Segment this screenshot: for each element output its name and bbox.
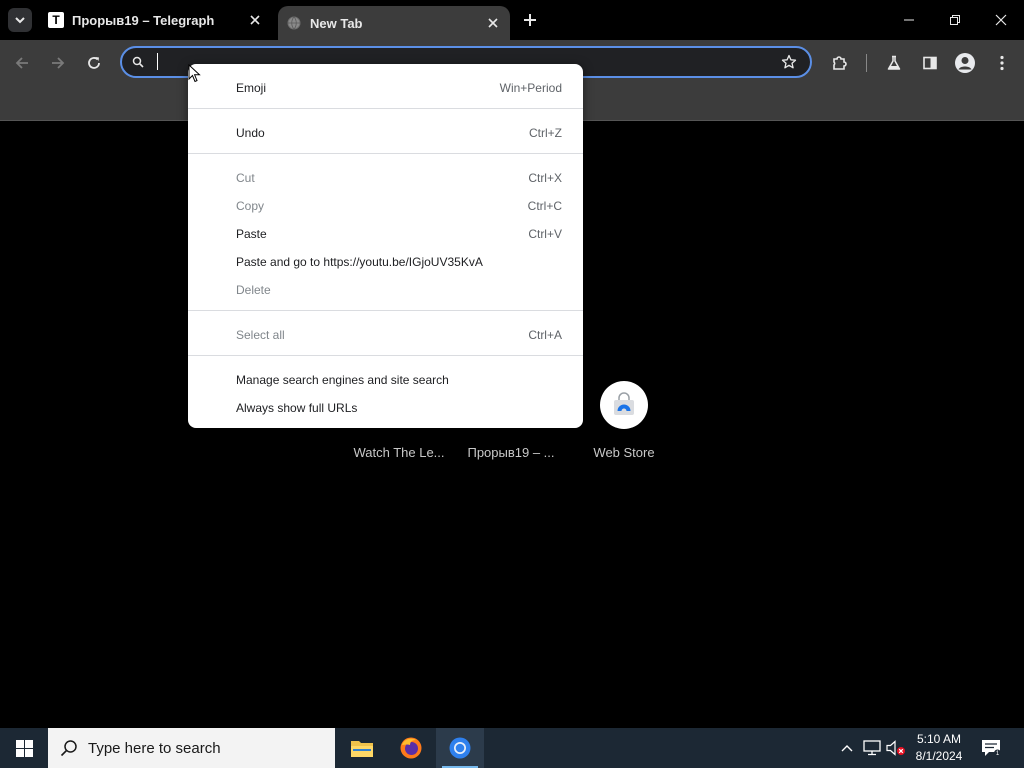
- menu-item-shortcut: Ctrl+A: [528, 328, 562, 342]
- menu-item-shortcut: Ctrl+X: [528, 171, 562, 185]
- menu-item-label: Select all: [236, 328, 285, 342]
- firefox-icon: [400, 737, 422, 759]
- menu-separator: [188, 153, 583, 154]
- taskbar-firefox[interactable]: [387, 728, 435, 768]
- clock-time: 5:10 AM: [916, 732, 962, 746]
- puzzle-icon: [833, 56, 847, 70]
- menu-item-delete[interactable]: Delete: [188, 275, 583, 303]
- minimize-button[interactable]: [886, 0, 932, 40]
- tab-search-button[interactable]: [8, 8, 32, 32]
- menu-item-label: Paste: [236, 227, 267, 241]
- menu-item-label: Cut: [236, 171, 255, 185]
- menu-item-always-show-full-urls[interactable]: Always show full URLs: [188, 393, 583, 421]
- globe-icon: [286, 15, 302, 31]
- restore-button[interactable]: [932, 0, 978, 40]
- side-panel-button[interactable]: [918, 51, 942, 75]
- network-icon: [863, 740, 881, 756]
- minimize-icon: [904, 19, 914, 21]
- shortcut-label: Watch The Le...: [353, 445, 445, 460]
- back-button[interactable]: [10, 51, 34, 75]
- extensions-button[interactable]: [828, 51, 852, 75]
- avatar-icon: [955, 53, 975, 73]
- menu-item-emoji[interactable]: Emoji Win+Period: [188, 73, 583, 101]
- volume-muted-icon: [886, 740, 905, 756]
- menu-item-shortcut: Ctrl+C: [527, 199, 562, 213]
- shortcut-tile[interactable]: Web Store: [568, 381, 680, 460]
- chevron-down-icon: [15, 17, 25, 24]
- menu-item-label: Emoji: [236, 81, 267, 95]
- web-store-icon: [600, 381, 648, 429]
- tab-new-tab[interactable]: New Tab: [278, 6, 510, 40]
- reload-icon: [88, 57, 100, 69]
- menu-item-shortcut: Win+Period: [499, 81, 562, 95]
- tab-title: New Tab: [310, 15, 363, 31]
- tab-close-icon[interactable]: [248, 13, 262, 27]
- menu-item-paste-and-go[interactable]: Paste and go to https://youtu.be/IGjoUV3…: [188, 247, 583, 275]
- reload-button[interactable]: [82, 51, 106, 75]
- taskbar-file-explorer[interactable]: [338, 728, 386, 768]
- forward-button[interactable]: [46, 51, 70, 75]
- action-center-button[interactable]: 1: [980, 738, 1002, 758]
- close-window-button[interactable]: [978, 0, 1024, 40]
- menu-item-shortcut: Ctrl+Z: [529, 126, 562, 140]
- tab-title: Прорыв19 – Telegraph: [72, 12, 215, 28]
- plus-icon: [524, 14, 536, 26]
- folder-icon: [351, 741, 373, 757]
- show-hidden-icons-button[interactable]: [838, 728, 856, 768]
- profile-button[interactable]: [953, 51, 977, 75]
- chrome-icon: [449, 737, 471, 759]
- telegraph-favicon-icon: T: [48, 12, 64, 28]
- menu-item-select-all[interactable]: Select all Ctrl+A: [188, 320, 583, 348]
- arrow-right-icon: [52, 57, 65, 69]
- menu-item-label: Manage search engines and site search: [236, 373, 449, 387]
- windows-taskbar: Type here to search 5:10 AM 8/1/2024 1: [0, 728, 1024, 768]
- tab-strip: T Прорыв19 – Telegraph New Tab: [0, 0, 1024, 40]
- new-tab-button[interactable]: [520, 10, 540, 30]
- side-panel-icon: [923, 56, 937, 70]
- menu-item-copy[interactable]: Copy Ctrl+C: [188, 191, 583, 219]
- mouse-pointer-icon: [188, 64, 201, 83]
- start-button[interactable]: [0, 728, 48, 768]
- windows-logo-icon: [15, 739, 33, 757]
- restore-icon: [950, 15, 960, 25]
- shortcut-label: Web Store: [593, 445, 655, 460]
- flask-icon: [887, 55, 901, 70]
- arrow-left-icon: [15, 57, 28, 69]
- clock-date: 8/1/2024: [915, 749, 963, 763]
- taskbar-chrome[interactable]: [436, 728, 484, 768]
- menu-item-paste[interactable]: Paste Ctrl+V: [188, 219, 583, 247]
- search-icon: [130, 54, 146, 70]
- notification-icon: 1: [982, 740, 1001, 757]
- menu-item-cut[interactable]: Cut Ctrl+X: [188, 163, 583, 191]
- labs-button[interactable]: [882, 51, 906, 75]
- taskbar-clock[interactable]: 5:10 AM 8/1/2024: [908, 731, 970, 765]
- menu-separator: [188, 355, 583, 356]
- menu-item-label: Always show full URLs: [236, 401, 358, 415]
- menu-item-manage-search-engines[interactable]: Manage search engines and site search: [188, 365, 583, 393]
- menu-item-label: Paste and go to https://youtu.be/IGjoUV3…: [236, 255, 483, 269]
- taskbar-search-placeholder: Type here to search: [88, 740, 221, 757]
- search-icon: [60, 740, 77, 757]
- bookmark-star-icon[interactable]: [780, 53, 798, 71]
- tab-telegraph[interactable]: T Прорыв19 – Telegraph: [40, 0, 272, 40]
- chrome-menu-button[interactable]: [990, 51, 1014, 75]
- menu-separator: [188, 310, 583, 311]
- menu-item-shortcut: Ctrl+V: [528, 227, 562, 241]
- network-status-button[interactable]: [862, 728, 882, 768]
- taskbar-search-box[interactable]: Type here to search: [48, 728, 335, 768]
- menu-item-label: Copy: [236, 199, 265, 213]
- tab-close-icon[interactable]: [486, 16, 500, 30]
- text-caret: [157, 53, 158, 70]
- volume-button[interactable]: [886, 728, 906, 768]
- menu-item-undo[interactable]: Undo Ctrl+Z: [188, 118, 583, 146]
- menu-item-label: Undo: [236, 126, 265, 140]
- more-vert-icon: [1000, 55, 1004, 71]
- omnibox-context-menu: Emoji Win+Period Undo Ctrl+Z Cut Ctrl+X …: [188, 64, 583, 428]
- shortcut-label: Прорыв19 – ...: [467, 445, 555, 460]
- chevron-up-icon: [841, 745, 853, 752]
- menu-separator: [188, 108, 583, 109]
- close-icon: [995, 14, 1007, 26]
- toolbar-separator: [866, 54, 867, 72]
- menu-item-label: Delete: [236, 283, 271, 297]
